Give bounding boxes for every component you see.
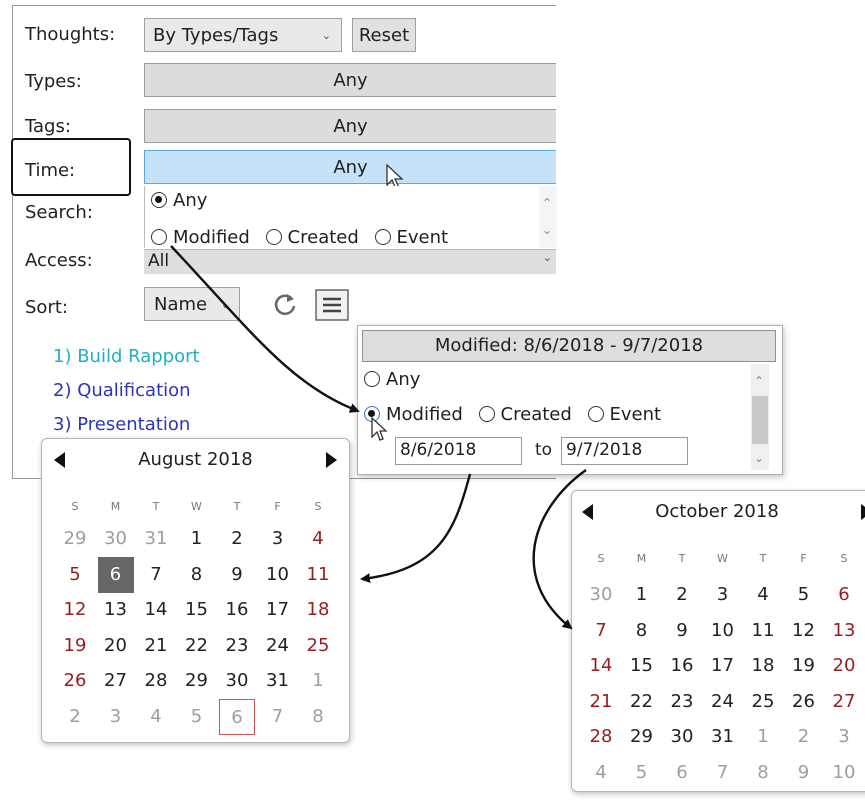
arrow-to-august <box>360 473 472 584</box>
callout-arrows <box>170 245 587 630</box>
arrow-to-modified <box>170 245 360 413</box>
arrow-to-october <box>532 469 587 630</box>
